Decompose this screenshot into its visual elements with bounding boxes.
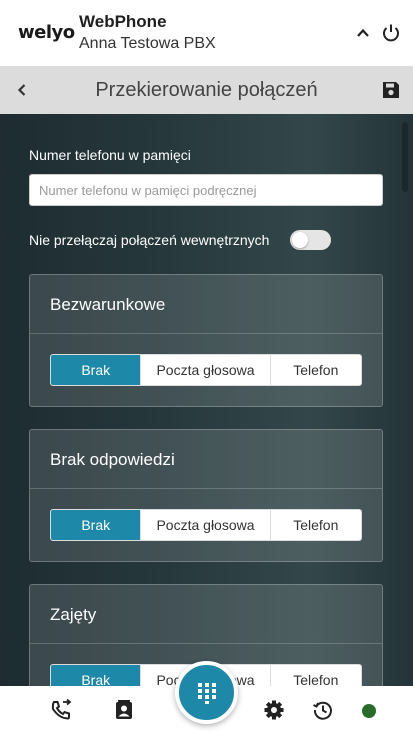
chevron-left-icon	[17, 84, 26, 96]
option-phone[interactable]: Telefon	[269, 355, 361, 385]
power-icon	[383, 24, 399, 42]
card-title: Brak odpowiedzi	[50, 450, 175, 469]
power-button[interactable]	[378, 20, 404, 46]
app-title: WebPhone	[79, 12, 167, 31]
nav-settings[interactable]	[260, 696, 288, 724]
scrollbar[interactable]	[402, 122, 408, 192]
welyo-logo: welyo	[18, 22, 75, 43]
forward-option-group: Brak Poczta głosowa Telefon	[50, 354, 362, 386]
account-name: Anna Testowa PBX	[79, 35, 216, 52]
card-divider	[30, 333, 382, 334]
nav-call-forwarding[interactable]	[47, 696, 75, 724]
option-voicemail[interactable]: Poczta głosowa	[140, 355, 269, 385]
save-icon	[383, 82, 399, 98]
app-header: welyo WebPhone Anna Testowa PBX	[0, 0, 413, 66]
back-button[interactable]	[10, 77, 34, 103]
card-title: Zajęty	[50, 605, 97, 624]
phone-number-label: Numer telefonu w pamięci	[29, 147, 191, 163]
forward-card-unconditional: Bezwarunkowe Brak Poczta głosowa Telefon	[29, 274, 383, 407]
dialpad-button[interactable]	[175, 661, 238, 724]
gear-icon	[264, 700, 284, 720]
chevron-up-icon	[357, 28, 369, 37]
option-none[interactable]: Brak	[51, 665, 141, 686]
option-none[interactable]: Brak	[51, 510, 141, 540]
toggle-knob	[292, 232, 308, 248]
save-button[interactable]	[378, 77, 404, 103]
nav-history[interactable]	[309, 696, 337, 724]
presence-status-indicator[interactable]	[362, 704, 376, 718]
page-title: Przekierowanie połączeń	[95, 79, 318, 101]
phone-forward-icon	[51, 699, 72, 720]
card-divider	[30, 643, 382, 644]
card-divider	[30, 488, 382, 489]
internal-calls-toggle-label: Nie przełączaj połączeń wewnętrznych	[29, 232, 270, 248]
forward-card-no-answer: Brak odpowiedzi Brak Poczta głosowa Tele…	[29, 429, 383, 562]
card-title: Bezwarunkowe	[50, 295, 166, 314]
option-phone[interactable]: Telefon	[269, 665, 361, 686]
forward-option-group: Brak Poczta głosowa Telefon	[50, 509, 362, 541]
collapse-button[interactable]	[350, 20, 376, 46]
nav-contacts[interactable]	[110, 696, 138, 724]
page-titlebar: Przekierowanie połączeń	[0, 66, 413, 114]
option-none[interactable]: Brak	[51, 355, 141, 385]
history-icon	[313, 701, 332, 720]
option-phone[interactable]: Telefon	[269, 510, 361, 540]
option-voicemail[interactable]: Poczta głosowa	[140, 510, 269, 540]
phone-number-input[interactable]	[29, 174, 383, 206]
dialpad-icon	[197, 682, 216, 704]
forwarding-settings-panel: Numer telefonu w pamięci Nie przełączaj …	[0, 114, 413, 686]
contacts-icon	[116, 700, 132, 719]
internal-calls-toggle[interactable]	[290, 230, 331, 250]
